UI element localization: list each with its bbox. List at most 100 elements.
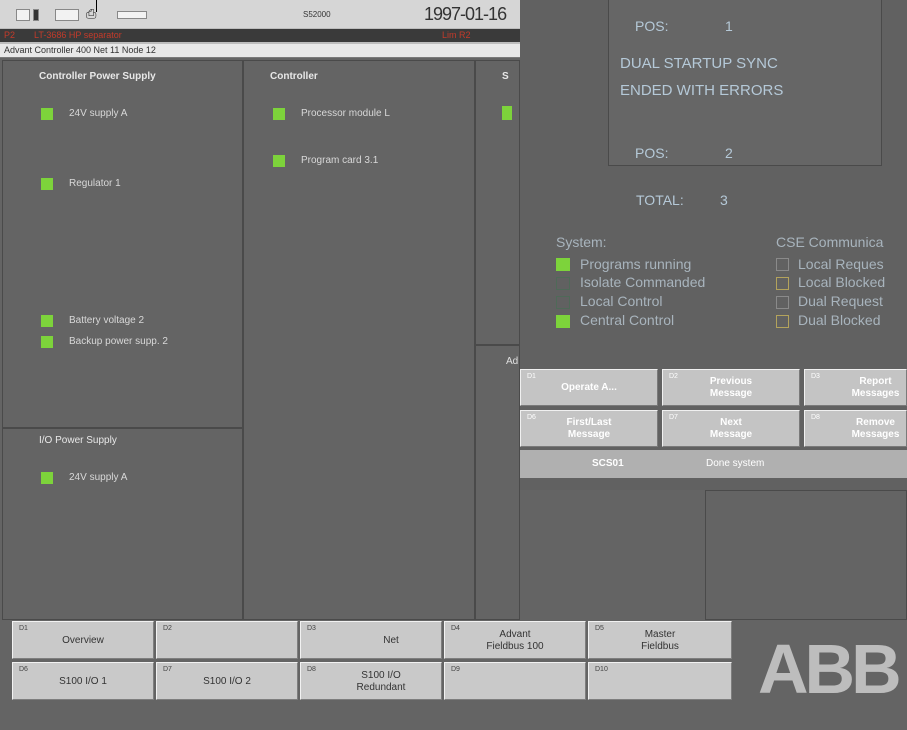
key-label: D2 <box>163 625 172 632</box>
status-led <box>502 106 512 120</box>
button-label: Net <box>383 635 399 646</box>
key-label: D3 <box>811 373 820 380</box>
button-label: Remove Messages <box>851 417 900 440</box>
status-led <box>41 108 53 120</box>
controller-power-panel: Controller Power Supply 24V supply A Reg… <box>2 60 243 428</box>
status-led <box>776 277 789 290</box>
button-label: Advant Fieldbus 100 <box>486 629 544 652</box>
date-display: 1997-01-16 <box>424 4 507 24</box>
button-label: First/Last Message <box>566 417 612 440</box>
alarm-text: LT-3686 HP separator <box>34 30 122 40</box>
button-label: Previous Message <box>709 376 753 399</box>
system-item: Local Control <box>580 293 663 309</box>
print-icon[interactable]: ⎙ <box>86 7 96 22</box>
system-item: Isolate Commanded <box>580 274 706 290</box>
status-label: Backup power supp. 2 <box>69 336 168 347</box>
key-label: D1 <box>527 373 536 380</box>
message-box: POS: 1 DUAL STARTUP SYNC ENDED WITH ERRO… <box>608 0 882 166</box>
controller-panel: Controller Processor module L Program ca… <box>243 60 475 620</box>
station-code: S52000 <box>303 10 331 19</box>
next-message-button[interactable]: D7 Next Message <box>662 410 800 447</box>
message-window: POS: 1 DUAL STARTUP SYNC ENDED WITH ERRO… <box>520 0 907 490</box>
status-label: 24V supply A <box>69 108 128 119</box>
advant-fieldbus-button[interactable]: D4 Advant Fieldbus 100 <box>444 621 586 659</box>
status-led <box>556 315 570 328</box>
empty-key-button[interactable]: D9 <box>444 662 586 700</box>
pos-label: POS: <box>635 18 669 34</box>
status-led <box>556 258 570 271</box>
window-icon[interactable] <box>16 9 30 21</box>
panel-title: I/O Power Supply <box>39 435 117 446</box>
previous-message-button[interactable]: D2 Previous Message <box>662 369 800 406</box>
total-value: 3 <box>720 192 728 208</box>
status-led <box>776 315 789 328</box>
stop-icon[interactable] <box>33 9 39 21</box>
pos-label: POS: <box>635 145 669 161</box>
button-label: Master Fieldbus <box>641 629 679 652</box>
blank-icon[interactable] <box>55 9 79 21</box>
status-led <box>273 155 285 167</box>
controller-info: Advant Controller 400 Net 11 Node 12 <box>0 44 520 57</box>
report-messages-button[interactable]: D3 Report Messages <box>804 369 907 406</box>
button-label: S100 I/O 2 <box>203 676 251 687</box>
key-label: D10 <box>595 666 608 673</box>
empty-key-button[interactable]: D10 <box>588 662 732 700</box>
minimize-icon[interactable] <box>117 11 147 19</box>
status-led <box>556 277 570 290</box>
panel-title: Controller Power Supply <box>39 71 156 82</box>
overview-button[interactable]: D1 Overview <box>12 621 154 659</box>
mouse-pointer-line <box>96 0 97 12</box>
cse-title: CSE Communica <box>776 234 884 250</box>
footer-station: SCS01 <box>592 458 624 469</box>
button-label: Next Message <box>709 417 753 440</box>
operate-button[interactable]: D1 Operate A... <box>520 369 658 406</box>
lower-panel: Ad <box>475 345 520 620</box>
status-led <box>556 296 570 309</box>
s100-io-2-button[interactable]: D7 S100 I/O 2 <box>156 662 298 700</box>
io-power-panel: I/O Power Supply 24V supply A <box>2 428 243 620</box>
button-label: Overview <box>62 635 104 646</box>
key-label: D6 <box>19 666 28 673</box>
message-line-2: ENDED WITH ERRORS <box>620 82 784 99</box>
key-label: D8 <box>307 666 316 673</box>
status-led <box>41 336 53 348</box>
cse-item: Dual Request <box>798 293 883 309</box>
empty-key-button[interactable]: D2 <box>156 621 298 659</box>
net-button[interactable]: D3 Net <box>300 621 442 659</box>
pos-value: 2 <box>725 145 733 161</box>
status-led <box>776 296 789 309</box>
status-led <box>273 108 285 120</box>
remove-messages-button[interactable]: D8 Remove Messages <box>804 410 907 447</box>
status-label: Processor module L <box>301 108 390 119</box>
key-label: D9 <box>451 666 460 673</box>
key-label: D8 <box>811 414 820 421</box>
s100-io-redundant-button[interactable]: D8 S100 I/O Redundant <box>300 662 442 700</box>
s100-io-1-button[interactable]: D6 S100 I/O 1 <box>12 662 154 700</box>
status-label: Program card 3.1 <box>301 155 379 166</box>
cse-item: Dual Blocked <box>798 312 881 328</box>
first-last-message-button[interactable]: D6 First/Last Message <box>520 410 658 447</box>
system-item: Programs running <box>580 256 692 272</box>
status-label: 24V supply A <box>69 472 128 483</box>
key-label: D7 <box>163 666 172 673</box>
button-label: Operate A... <box>561 382 617 393</box>
message-footer: SCS01 Done system <box>520 450 907 478</box>
status-led <box>41 315 53 327</box>
alarm-tag: Lim R2 <box>442 30 471 40</box>
alarm-prefix: P2 <box>4 30 16 40</box>
controller-info-text: Advant Controller 400 Net 11 Node 12 <box>4 45 156 55</box>
key-label: D1 <box>19 625 28 632</box>
master-fieldbus-button[interactable]: D5 Master Fieldbus <box>588 621 732 659</box>
abb-logo: ABB <box>758 630 902 708</box>
button-label: S100 I/O 1 <box>59 676 107 687</box>
button-label: S100 I/O Redundant <box>356 670 406 693</box>
third-panel: S <box>475 60 520 345</box>
status-bar: ⎙ S52000 1997-01-16 P2 LT-3686 HP separa… <box>0 0 520 58</box>
panel-title: S <box>502 71 509 82</box>
total-label: TOTAL: <box>636 192 684 208</box>
cse-item: Local Reques <box>798 256 884 272</box>
right-panel <box>705 490 907 620</box>
alarm-line[interactable]: P2 LT-3686 HP separator Lim R2 <box>0 29 520 42</box>
system-title: System: <box>556 234 607 250</box>
status-led <box>41 472 53 484</box>
